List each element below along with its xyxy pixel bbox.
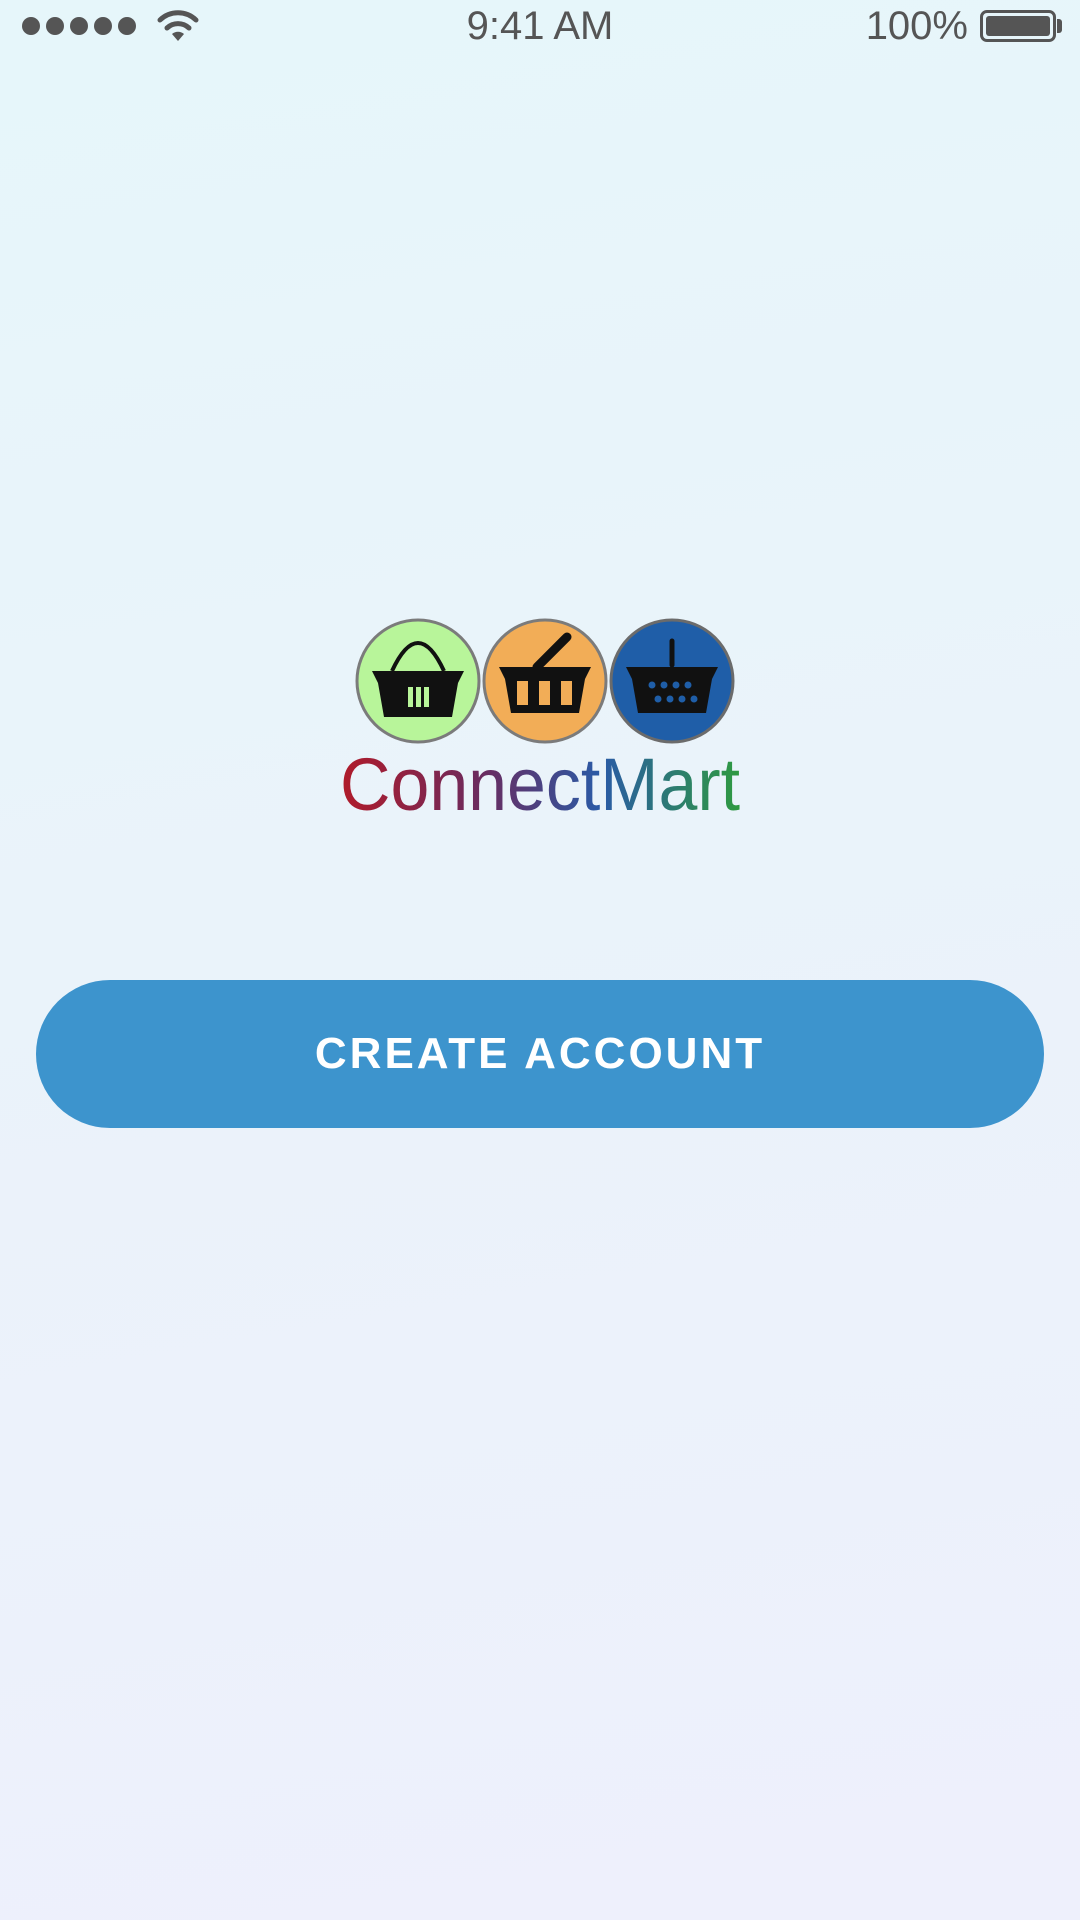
brand-wordmark: ConnectMart	[340, 743, 740, 825]
battery-icon	[980, 10, 1056, 42]
basket-icon-orange	[482, 618, 608, 744]
create-account-button[interactable]: CREATE ACCOUNT	[36, 980, 1044, 1128]
status-bar: 9:41 AM 100%	[0, 0, 1080, 54]
connectmart-logo: ConnectMart	[330, 615, 750, 825]
basket-icon-blue	[609, 618, 735, 744]
battery-percent: 100%	[865, 4, 968, 48]
basket-icon-green	[355, 618, 481, 744]
battery-tip	[1057, 19, 1062, 33]
